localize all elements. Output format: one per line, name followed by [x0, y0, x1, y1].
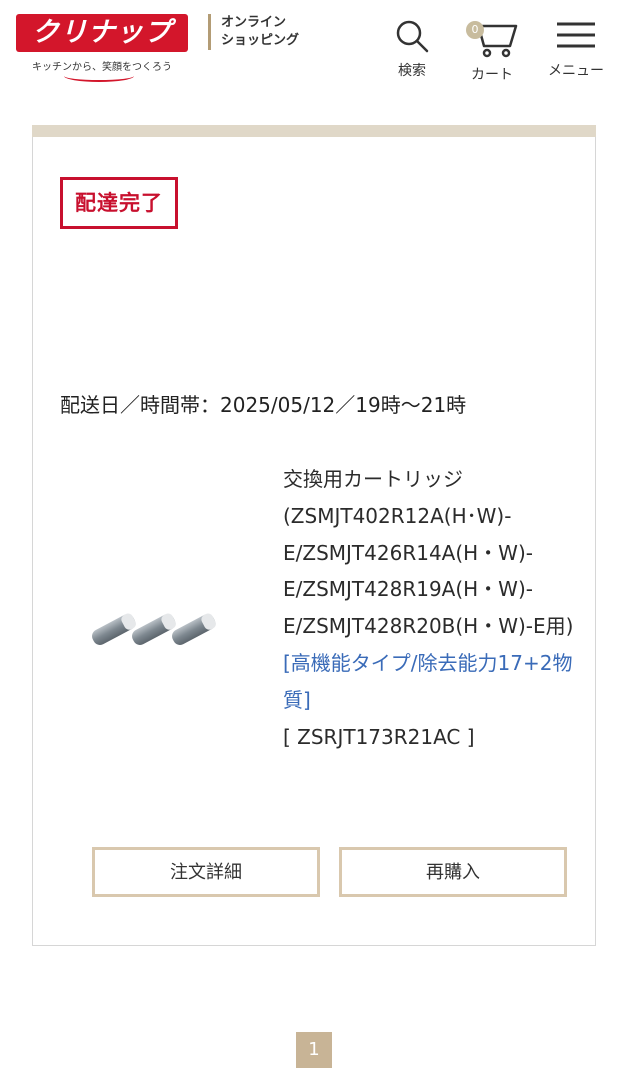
search-label: 検索	[398, 63, 426, 79]
product-name[interactable]: 交換用カートリッジ(ZSMJT402R12A(H･W)-E/ZSMJT426R1…	[283, 461, 583, 645]
logo-smile-mark	[64, 70, 134, 82]
search-button[interactable]: 検索	[388, 18, 436, 80]
order-card-topbar	[32, 125, 596, 137]
order-history-page: クリナップ キッチンから、笑顔をつくろう オンライン ショッピング 検索 カート…	[0, 0, 628, 1080]
delivery-date-time: 配送日／時間帯：2025/05/12／19時〜21時	[60, 393, 467, 417]
site-header: クリナップ キッチンから、笑顔をつくろう オンライン ショッピング 検索 カート…	[0, 0, 628, 100]
order-detail-button[interactable]: 注文詳細	[92, 847, 320, 897]
shop-label-line2: ショッピング	[221, 33, 300, 48]
menu-button[interactable]: メニュー	[542, 18, 610, 80]
pagination-page-1[interactable]: 1	[296, 1032, 332, 1068]
online-shopping-label: オンライン ショッピング	[221, 14, 331, 50]
product-code: [ ZSRJT173R21AC ]	[283, 724, 475, 749]
cart-count-badge: 0	[466, 21, 484, 39]
search-icon	[396, 20, 429, 53]
product-info: 交換用カートリッジ(ZSMJT402R12A(H･W)-E/ZSMJT426R1…	[283, 461, 583, 755]
menu-label: メニュー	[548, 63, 604, 79]
rebuy-button[interactable]: 再購入	[339, 847, 567, 897]
cleanup-logo[interactable]: クリナップ	[16, 14, 188, 52]
order-card: 配達完了 配送日／時間帯：2025/05/12／19時〜21時 交換用カートリッ…	[32, 137, 596, 946]
hamburger-menu-icon	[557, 22, 595, 48]
delivery-status-badge: 配達完了	[60, 177, 178, 229]
shop-label-line1: オンライン	[221, 15, 287, 30]
product-feature-link[interactable]: [高機能タイプ/除去能力17+2物質]	[283, 645, 583, 719]
cart-label: カート	[471, 67, 513, 83]
header-divider	[208, 14, 211, 50]
product-cartridge-image	[92, 613, 216, 645]
